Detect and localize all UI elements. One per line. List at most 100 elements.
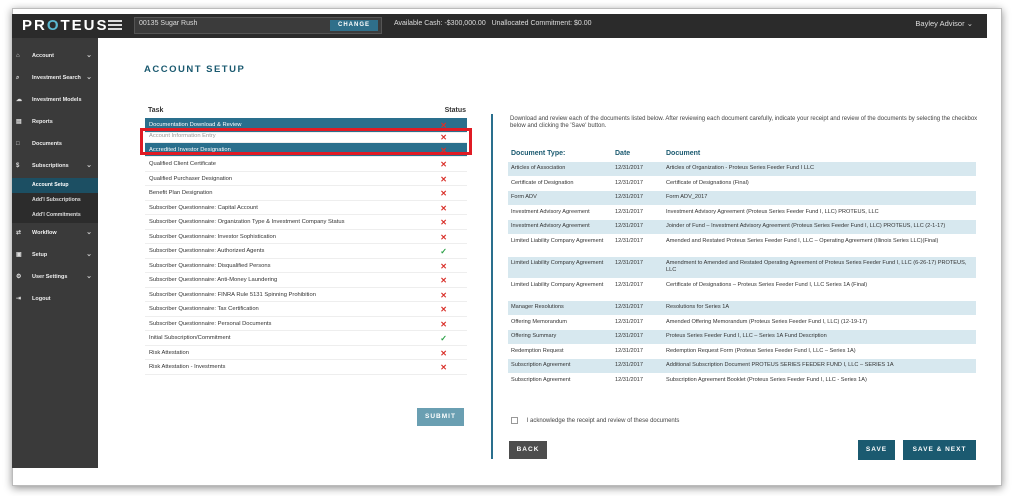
task-row[interactable]: Subscriber Questionnaire: Tax Certificat… [145,302,467,317]
document-row[interactable]: Investment Advisory Agreement 12/31/2017 J… [508,220,976,235]
instructions-text: Download and review each of the document… [510,116,978,129]
sidebar-item-investment-search[interactable]: ⌕ Investment Search ⌄ [12,68,98,90]
chevron-down-icon: ⌄ [86,52,92,59]
task-row[interactable]: Subscriber Questionnaire: Disqualified P… [145,259,467,273]
document-row[interactable]: Limited Liability Company Agreement 12/31… [508,235,976,257]
date-header: Date [615,150,631,157]
document-row[interactable]: Limited Liability Company Agreement 12/31… [508,279,976,301]
document-date-cell: 12/31/2017 [615,318,643,325]
task-row[interactable]: Subscriber Questionnaire: Authorized Age… [145,244,467,259]
document-link[interactable]: Joinder of Fund – Investment Advisory Ag… [666,223,971,230]
document-link[interactable]: Additional Subscription Document PROTEUS… [666,362,971,369]
column-divider [491,114,493,459]
sidebar-item-user-settings[interactable]: ⚙ User Settings ⌄ [12,267,98,289]
subscriptions-submenu: Account Setup Add'l Subscriptions Add'l Co… [12,178,98,223]
submit-button[interactable]: SUBMIT [417,408,464,426]
document-link[interactable]: Amended Offering Memorandum (Proteus Ser… [666,319,971,326]
sidebar-item-logout[interactable]: ⇥ Logout [12,289,98,311]
document-link[interactable]: Certificate of Designations – Proteus Se… [666,282,971,289]
document-type-cell: Redemption Request [511,347,564,354]
document-row[interactable]: Offering Memorandum 12/31/2017 Amended Off… [508,316,976,331]
document-row[interactable]: Subscription Agreement 12/31/2017 Subscrip… [508,374,976,389]
checkmark-icon: ✓ [440,334,447,343]
task-row[interactable]: Qualified Purchaser Designation ✕ [145,172,467,186]
sidebar-item-label: Documents [32,141,62,147]
sidebar-item-reports[interactable]: ▤ Reports [12,112,98,134]
task-list: Documentation Download & Review ✕ Account … [145,118,467,375]
task-row[interactable]: Subscriber Questionnaire: Investor Sophi… [145,230,467,244]
hamburger-menu-icon[interactable] [108,18,122,32]
task-row[interactable]: Risk Attestation ✕ [145,346,467,360]
save-and-next-button[interactable]: SAVE & NEXT [903,440,976,460]
sidebar-item-documents[interactable]: □ Documents [12,134,98,156]
x-mark-icon: ✕ [440,174,447,184]
task-row[interactable]: Subscriber Questionnaire: Anti-Money Lau… [145,273,467,288]
sidebar-item-setup[interactable]: ▣ Setup ⌄ [12,245,98,267]
document-row[interactable]: Limited Liability Company Agreement 12/31… [508,256,976,279]
document-date-cell: 12/31/2017 [615,179,643,186]
document-row[interactable]: Articles of Association 12/31/2017 Article… [508,162,976,177]
proteus-logo[interactable]: PROTEUS [22,17,109,34]
x-mark-icon: ✕ [440,276,447,285]
workflow-icon: ⇄ [16,230,22,236]
user-name: Bayley Advisor [915,19,965,28]
task-row[interactable]: Qualified Client Certificate ✕ [145,157,467,172]
change-account-button[interactable]: CHANGE [329,20,378,31]
acknowledge-checkbox[interactable] [511,417,518,424]
page-title: ACCOUNT SETUP [144,64,246,75]
gear-icon: ⚙ [16,274,22,280]
task-row[interactable]: Subscriber Questionnaire: FINRA Rule 513… [145,288,467,302]
document-link[interactable]: Redemption Request Form (Proteus Series … [666,348,971,355]
sidebar-item-investment-models[interactable]: ☁ Investment Models [12,90,98,112]
document-type-cell: Offering Summary [511,333,557,340]
document-link[interactable]: Amendment to Amended and Restated Operat… [666,260,971,274]
document-type-cell: Certificate of Designation [511,179,574,186]
sidebar-subitem-add-l-commitments[interactable]: Add'l Commitments [12,208,98,223]
document-type-cell: Limited Liability Company Agreement [511,281,604,288]
task-row[interactable]: Initial Subscription/Commitment ✓ [145,331,467,346]
sidebar-item-workflow[interactable]: ⇄ Workflow ⌄ [12,223,98,245]
document-row[interactable]: Form ADV 12/31/2017 Form ADV_2017 [508,191,976,206]
sidebar-item-subscriptions[interactable]: $ Subscriptions ⌄ [12,156,98,178]
document-row[interactable]: Redemption Request 12/31/2017 Redemption R… [508,345,976,360]
task-row[interactable]: Subscriber Questionnaire: Capital Accoun… [145,201,467,215]
x-mark-icon: ✕ [440,189,447,198]
sidebar-item-account[interactable]: ⌂ Account ⌄ [12,46,98,68]
chevron-down-icon: ⌄ [86,229,92,236]
document-link[interactable]: Certificate of Designations (Final) [666,180,971,187]
document-date-cell: 12/31/2017 [615,281,643,288]
document-row[interactable]: Investment Advisory Agreement 12/31/2017 I… [508,206,976,221]
document-date-cell: 12/31/2017 [615,333,643,340]
document-row[interactable]: Manager Resolutions 12/31/2017 Resolutions… [508,300,976,316]
document-link[interactable]: Form ADV_2017 [666,194,971,201]
x-mark-icon: ✕ [440,261,447,271]
document-type-cell: Limited Liability Company Agreement [511,259,604,266]
document-link[interactable]: Articles of Organization - Proteus Serie… [666,165,971,172]
task-row[interactable]: Benefit Plan Designation ✕ [145,186,467,201]
sidebar-subitem-account-setup[interactable]: Account Setup [12,178,98,193]
document-date-cell: 12/31/2017 [615,237,643,244]
task-table-header: Task Status [148,107,466,117]
account-selector[interactable]: 00135 Sugar Rush CHANGE [134,17,382,34]
document-link[interactable]: Amended and Restated Proteus Series Feed… [666,238,971,245]
sidebar-subitem-add-l-subscriptions[interactable]: Add'l Subscriptions [12,193,98,208]
user-menu[interactable]: Bayley Advisor ⌄ [915,19,973,28]
document-link[interactable]: Investment Advisory Agreement (Proteus S… [666,209,971,216]
save-button[interactable]: SAVE [858,440,895,460]
task-row[interactable]: Risk Attestation - Investments ✕ [145,360,467,375]
acknowledge-checkbox-row[interactable]: I acknowledge the receipt and review of … [511,417,679,424]
document-link[interactable]: Subscription Agreement Booklet (Proteus … [666,377,971,384]
document-date-cell: 12/31/2017 [615,208,643,215]
task-row[interactable]: Subscriber Questionnaire: Organization T… [145,215,467,230]
document-row[interactable]: Subscription Agreement 12/31/2017 Addition… [508,359,976,374]
document-link[interactable]: Resolutions for Series 1A [666,304,971,311]
task-row[interactable]: Subscriber Questionnaire: Personal Docum… [145,317,467,331]
search-icon: ⌕ [16,75,20,81]
back-button[interactable]: BACK [509,441,547,459]
document-row[interactable]: Certificate of Designation 12/31/2017 Cert… [508,177,976,192]
document-link[interactable]: Proteus Series Feeder Fund I, LLC – Seri… [666,333,971,340]
document-date-cell: 12/31/2017 [615,259,643,266]
sidebar-item-label: Reports [32,119,53,125]
document-row[interactable]: Offering Summary 12/31/2017 Proteus Series… [508,330,976,345]
task-label: Risk Attestation [149,349,189,356]
